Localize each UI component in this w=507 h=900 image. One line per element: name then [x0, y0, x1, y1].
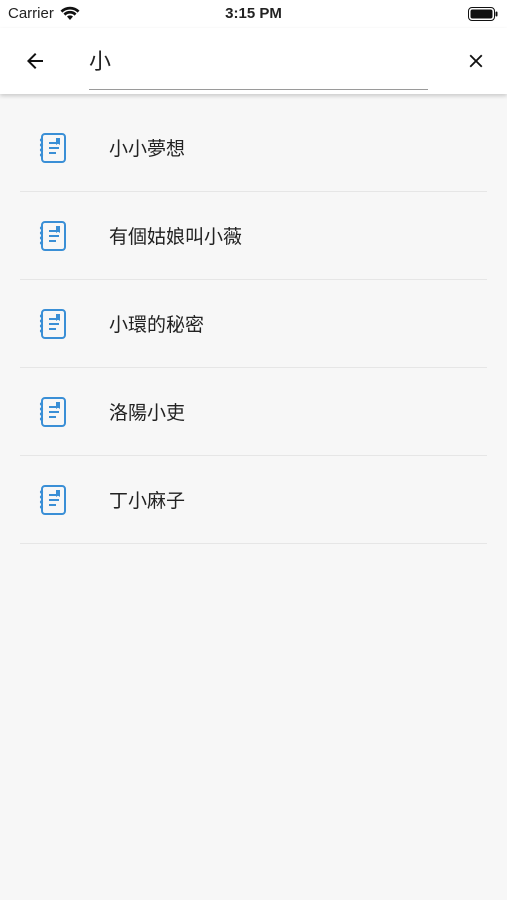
back-button[interactable] [20, 46, 50, 76]
list-item[interactable]: 洛陽小吏 [20, 368, 487, 456]
search-results-list: 小小夢想 有個姑娘叫小薇 小環的秘密 洛陽小吏 丁小麻子 [20, 104, 487, 544]
notebook-icon [39, 485, 66, 515]
notebook-icon [39, 309, 66, 339]
search-input[interactable] [89, 40, 428, 80]
list-item[interactable]: 丁小麻子 [20, 456, 487, 544]
list-item-title: 丁小麻子 [109, 490, 186, 512]
close-icon [469, 54, 483, 68]
notebook-icon [39, 397, 66, 427]
list-item-title: 洛陽小吏 [109, 402, 186, 424]
search-field[interactable] [89, 40, 428, 90]
battery-icon [468, 7, 498, 25]
list-item[interactable]: 小環的秘密 [20, 280, 487, 368]
search-screen: Carrier 3:15 PM 小 小小夢想 有個姑娘叫小薇 小環的秘密 洛陽小… [0, 0, 507, 900]
arrow-left-icon [27, 53, 43, 69]
status-bar: Carrier 3:15 PM [0, 0, 507, 28]
list-item[interactable]: 小小夢想 [20, 104, 487, 192]
notebook-icon [39, 133, 66, 163]
list-item-title: 有個姑娘叫小薇 [109, 226, 243, 248]
list-item[interactable]: 有個姑娘叫小薇 [20, 192, 487, 280]
search-app-bar [0, 28, 507, 94]
clock-time: 3:15 PM [225, 5, 282, 22]
list-item-title: 小小夢想 [109, 138, 186, 160]
clear-button[interactable] [461, 46, 491, 76]
list-item-title: 小環的秘密 [109, 314, 205, 336]
notebook-icon [39, 221, 66, 251]
